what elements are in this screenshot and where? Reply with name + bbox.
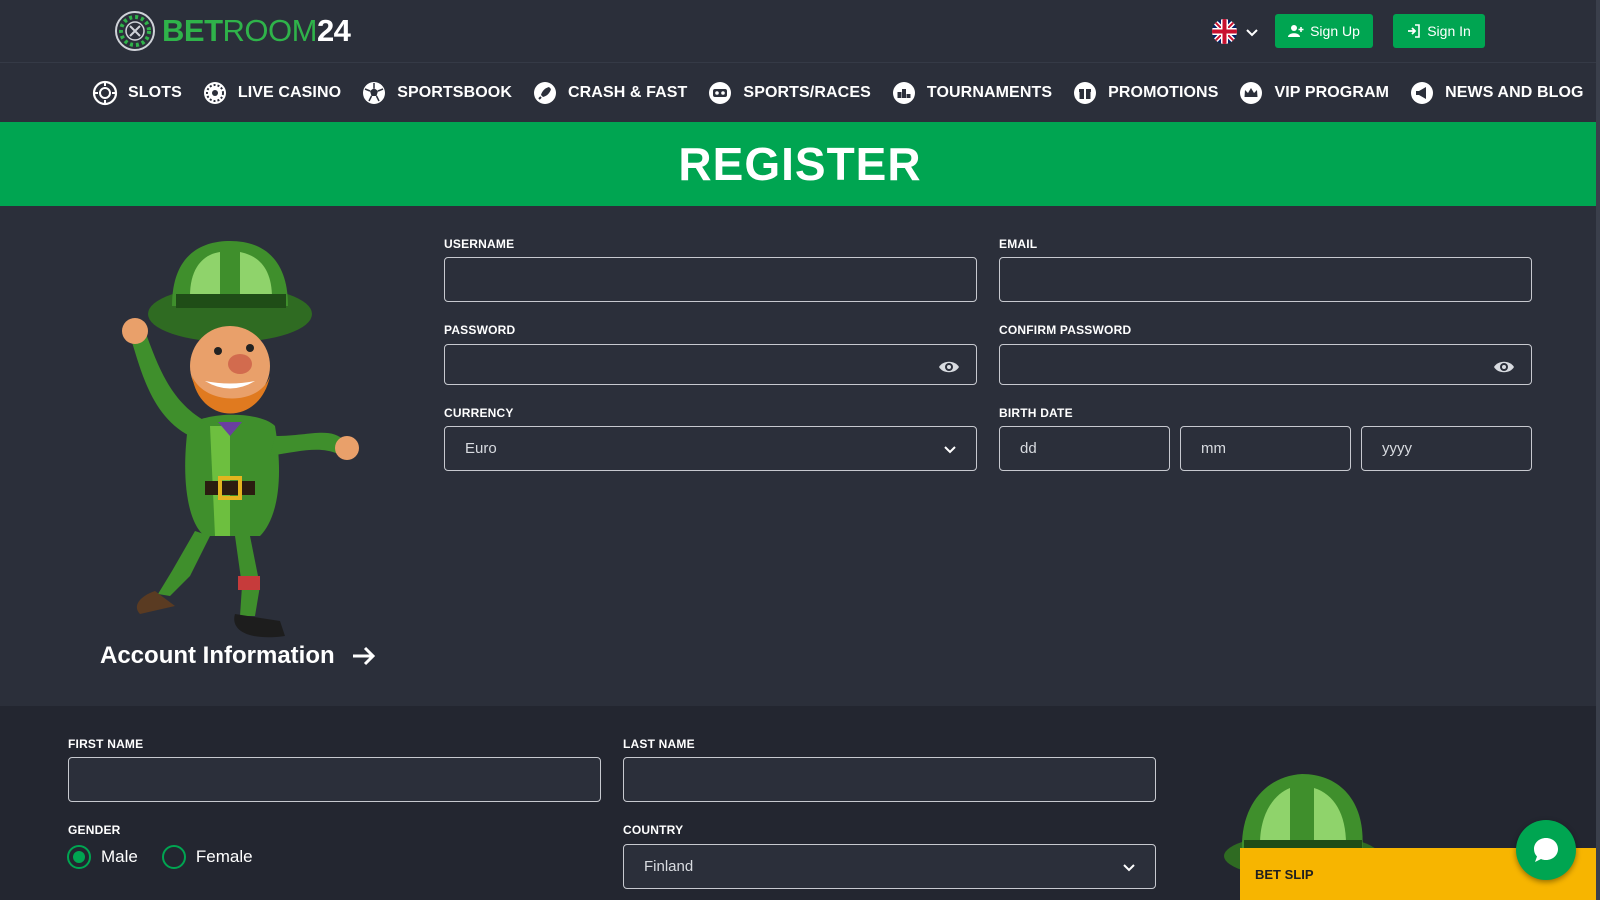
- nav-item-slots[interactable]: SLOTS: [92, 80, 182, 106]
- confirm-password-field[interactable]: [999, 344, 1532, 385]
- language-selector[interactable]: [1212, 19, 1259, 44]
- last-name-input[interactable]: [644, 758, 1135, 801]
- rocket-icon: [533, 82, 556, 104]
- page-title: REGISTER: [678, 138, 922, 190]
- first-name-field[interactable]: [68, 757, 601, 802]
- gender-label: GENDER: [68, 823, 121, 837]
- uk-flag-icon: [1212, 19, 1237, 44]
- email-input[interactable]: [1020, 258, 1511, 301]
- password-input[interactable]: [465, 345, 956, 384]
- first-name-label: FIRST NAME: [68, 737, 144, 751]
- first-name-input[interactable]: [89, 758, 580, 801]
- site-logo[interactable]: BETROOM24: [114, 10, 351, 52]
- nav-label: SLOTS: [128, 84, 182, 101]
- page-scrollbar[interactable]: [1596, 0, 1600, 900]
- arrow-right-icon: [352, 646, 375, 666]
- nav-item-promotions[interactable]: PROMOTIONS: [1072, 80, 1218, 106]
- nav-label: CRASH & FAST: [567, 84, 688, 101]
- chat-bubble-icon: [1534, 838, 1558, 862]
- country-select[interactable]: Finland: [623, 844, 1156, 889]
- crown-icon: [1240, 82, 1263, 104]
- currency-value: Euro: [465, 440, 497, 457]
- email-label: EMAIL: [999, 237, 1038, 251]
- confirm-password-label: CONFIRM PASSWORD: [999, 323, 1132, 337]
- logo-text-bet: BET: [162, 13, 223, 48]
- sign-up-button[interactable]: Sign Up: [1275, 14, 1373, 48]
- eye-icon[interactable]: [938, 357, 960, 377]
- gift-icon: [1074, 82, 1097, 104]
- megaphone-icon: [1411, 82, 1434, 104]
- nav-item-sports-races[interactable]: SPORTS/RACES: [707, 80, 871, 106]
- birth-day-field[interactable]: [999, 426, 1170, 471]
- account-information-heading[interactable]: Account Information: [100, 642, 377, 670]
- sign-in-icon: [1408, 24, 1421, 38]
- nav-label: LIVE CASINO: [237, 84, 342, 101]
- eye-icon[interactable]: [1493, 357, 1515, 377]
- radio-checked-icon: [67, 845, 91, 869]
- nav-item-sportsbook[interactable]: SPORTSBOOK: [361, 80, 512, 106]
- chat-button[interactable]: [1516, 820, 1576, 880]
- chevron-down-icon: [944, 446, 956, 454]
- roulette-icon: [203, 82, 226, 104]
- add-user-icon: [1288, 25, 1304, 37]
- username-label: USERNAME: [444, 237, 515, 251]
- main-nav: SLOTS LIVE CASINO SPORTSBOOK CRASH & FAS…: [0, 62, 1600, 122]
- confirm-password-input[interactable]: [1020, 345, 1511, 384]
- nav-item-vip-program[interactable]: VIP PROGRAM: [1238, 80, 1389, 106]
- gender-radio-female[interactable]: Female: [161, 845, 253, 869]
- currency-select[interactable]: Euro: [444, 426, 977, 471]
- account-information-label: Account Information: [100, 642, 335, 669]
- gender-option-label: Female: [195, 847, 253, 866]
- birth-year-field[interactable]: [1361, 426, 1532, 471]
- gender-radio-male[interactable]: Male: [67, 845, 138, 869]
- slots-icon: [92, 80, 118, 106]
- birth-day-input[interactable]: [1020, 427, 1149, 470]
- nav-label: NEWS AND BLOG: [1445, 84, 1584, 101]
- chevron-down-icon: [1123, 864, 1135, 872]
- soccer-ball-icon: [363, 82, 386, 104]
- register-banner: REGISTER: [0, 122, 1600, 206]
- bet-slip-label: BET SLIP: [1255, 866, 1314, 882]
- birth-month-field[interactable]: [1180, 426, 1351, 471]
- nav-item-crash-fast[interactable]: CRASH & FAST: [532, 80, 687, 106]
- username-input[interactable]: [465, 258, 956, 301]
- password-field[interactable]: [444, 344, 977, 385]
- podium-icon: [892, 82, 915, 104]
- nav-item-news-blog[interactable]: NEWS AND BLOG: [1409, 80, 1583, 106]
- nav-item-tournaments[interactable]: TOURNAMENTS: [891, 80, 1052, 106]
- currency-label: CURRENCY: [444, 406, 514, 420]
- roulette-logo-icon: [115, 11, 155, 51]
- country-label: COUNTRY: [623, 823, 684, 837]
- nav-label: PROMOTIONS: [1108, 84, 1219, 101]
- sign-up-label: Sign Up: [1310, 23, 1360, 39]
- logo-text-room: ROOM: [222, 13, 318, 48]
- birth-month-input[interactable]: [1201, 427, 1330, 470]
- top-header: BETROOM24 Sign Up Sign In: [0, 0, 1600, 62]
- leprechaun-illustration: [122, 241, 359, 638]
- nav-label: SPORTS/RACES: [743, 84, 871, 101]
- nav-item-live-casino[interactable]: LIVE CASINO: [202, 80, 341, 106]
- password-label: PASSWORD: [444, 323, 516, 337]
- nav-label: VIP PROGRAM: [1274, 84, 1390, 101]
- chevron-down-icon: [1246, 28, 1258, 36]
- last-name-field[interactable]: [623, 757, 1156, 802]
- vr-headset-icon: [709, 82, 732, 104]
- last-name-label: LAST NAME: [623, 737, 695, 751]
- country-value: Finland: [644, 858, 694, 875]
- birth-year-input[interactable]: [1382, 427, 1511, 470]
- email-field[interactable]: [999, 257, 1532, 302]
- nav-label: TOURNAMENTS: [926, 84, 1053, 101]
- gender-radio-group: Male Female: [67, 845, 253, 869]
- username-field[interactable]: [444, 257, 977, 302]
- birth-date-label: BIRTH DATE: [999, 406, 1073, 420]
- logo-text-24: 24: [316, 13, 351, 48]
- sign-in-label: Sign In: [1427, 23, 1471, 39]
- radio-unchecked-icon: [161, 845, 186, 869]
- nav-label: SPORTSBOOK: [397, 84, 512, 101]
- sign-in-button[interactable]: Sign In: [1393, 14, 1485, 48]
- gender-option-label: Male: [101, 847, 138, 866]
